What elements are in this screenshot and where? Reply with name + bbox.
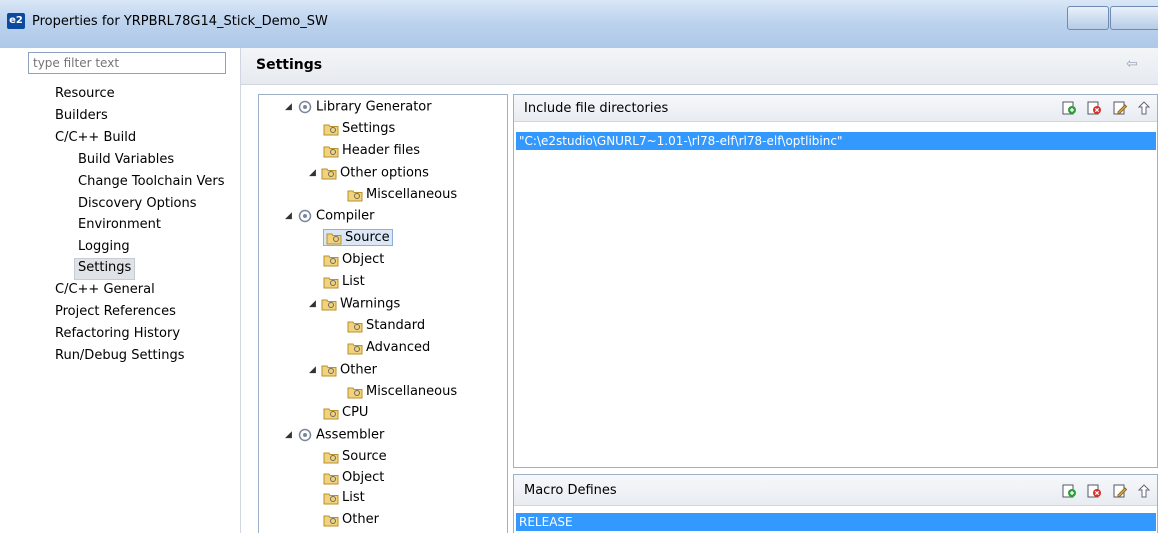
tool-settings-tree: ◢ Library Generator Settings Header files… xyxy=(258,94,508,533)
folder-settings-icon xyxy=(347,343,363,354)
back-arrow-icon[interactable]: ⇦ xyxy=(1126,56,1138,72)
include-dir-entry[interactable]: "C:\e2studio\GNURL7~1.01-\rl78-elf\rl78-… xyxy=(516,132,1156,150)
folder-settings-icon xyxy=(323,493,339,504)
folder-settings-icon xyxy=(347,387,363,398)
folder-settings-icon xyxy=(323,515,339,526)
delete-icon[interactable] xyxy=(1086,484,1102,498)
nav-item-logging[interactable]: Logging xyxy=(75,237,133,257)
macro-defines-header: Macro Defines xyxy=(514,475,1157,506)
folder-settings-icon xyxy=(323,124,339,135)
folder-settings-icon xyxy=(323,277,339,288)
page-title: Settings xyxy=(256,57,323,73)
maximize-button[interactable] xyxy=(1110,6,1158,30)
tree-item-asm-other[interactable]: Other xyxy=(323,510,379,530)
include-dirs-header: Include file directories xyxy=(514,95,1157,122)
nav-item-run-debug-settings[interactable]: Run/Debug Settings xyxy=(52,346,188,366)
tree-item-standard[interactable]: Standard xyxy=(347,316,425,336)
tree-item-miscellaneous[interactable]: Miscellaneous xyxy=(347,185,457,205)
nav-item-discovery-options[interactable]: Discovery Options xyxy=(75,194,200,214)
window-titlebar: e2 Properties for YRPBRL78G14_Stick_Demo… xyxy=(0,0,1158,48)
collapse-arrow-icon[interactable]: ◢ xyxy=(285,206,297,226)
add-icon[interactable] xyxy=(1061,101,1077,115)
minimize-button[interactable] xyxy=(1067,6,1109,30)
collapse-arrow-icon[interactable]: ◢ xyxy=(309,163,321,183)
nav-item-settings[interactable]: Settings xyxy=(74,258,136,280)
nav-item-builders[interactable]: Builders xyxy=(52,106,111,126)
tree-item-warnings[interactable]: ◢ Warnings xyxy=(309,294,400,314)
folder-settings-icon xyxy=(323,452,339,463)
tree-item-settings[interactable]: Settings xyxy=(323,119,395,139)
nav-item-refactoring-history[interactable]: Refactoring History xyxy=(52,324,183,344)
folder-settings-icon xyxy=(326,233,342,244)
nav-item-cpp-build[interactable]: C/C++ Build xyxy=(52,128,139,148)
tree-item-compiler[interactable]: ◢ Compiler xyxy=(285,206,375,226)
nav-item-resource[interactable]: Resource xyxy=(52,84,118,104)
tree-item-miscellaneous-2[interactable]: Miscellaneous xyxy=(347,382,457,402)
tree-item-advanced[interactable]: Advanced xyxy=(347,338,430,358)
filter-input[interactable] xyxy=(28,52,226,74)
nav-item-change-toolchain[interactable]: Change Toolchain Vers xyxy=(75,172,228,192)
folder-settings-icon xyxy=(321,365,337,377)
window-title: Properties for YRPBRL78G14_Stick_Demo_SW xyxy=(32,14,328,29)
tree-item-other[interactable]: ◢ Other xyxy=(309,360,377,380)
folder-settings-icon xyxy=(323,146,339,157)
nav-panel: Resource Builders C/C++ Build Build Vari… xyxy=(0,48,241,533)
folder-settings-icon xyxy=(323,255,339,266)
folder-settings-icon xyxy=(347,321,363,332)
nav-item-environment[interactable]: Environment xyxy=(75,215,164,235)
tool-icon xyxy=(298,209,312,223)
macro-define-entry[interactable]: RELEASE xyxy=(516,513,1156,531)
folder-settings-icon xyxy=(347,190,363,201)
tool-icon xyxy=(298,428,312,442)
edit-icon[interactable] xyxy=(1112,101,1128,115)
tree-item-other-options[interactable]: ◢ Other options xyxy=(309,163,429,183)
delete-icon[interactable] xyxy=(1086,101,1102,115)
nav-item-project-references[interactable]: Project References xyxy=(52,302,179,322)
tree-item-cpu[interactable]: CPU xyxy=(323,403,368,423)
app-icon: e2 xyxy=(7,13,25,29)
folder-settings-icon xyxy=(321,299,337,311)
collapse-arrow-icon[interactable]: ◢ xyxy=(309,294,321,314)
tree-item-asm-source[interactable]: Source xyxy=(323,447,387,467)
nav-item-cpp-general[interactable]: C/C++ General xyxy=(52,280,158,300)
tool-icon xyxy=(298,100,312,114)
collapse-arrow-icon[interactable]: ◢ xyxy=(285,97,297,117)
macro-defines-label: Macro Defines xyxy=(524,483,617,498)
settings-header: Settings ⇦ xyxy=(241,48,1158,85)
tree-item-list[interactable]: List xyxy=(323,272,365,292)
include-dirs-panel: Include file directories "C:\e2studio\GN… xyxy=(513,94,1158,468)
add-icon[interactable] xyxy=(1061,484,1077,498)
tree-item-header-files[interactable]: Header files xyxy=(323,141,420,161)
macro-defines-panel: Macro Defines RELEASE xyxy=(513,474,1158,533)
tree-item-source[interactable]: Source xyxy=(323,228,393,248)
tree-item-object[interactable]: Object xyxy=(323,250,384,270)
folder-settings-icon xyxy=(321,168,337,180)
folder-settings-icon xyxy=(323,408,339,419)
tree-item-asm-list[interactable]: List xyxy=(323,488,365,508)
tree-item-library-generator[interactable]: ◢ Library Generator xyxy=(285,97,432,117)
collapse-arrow-icon[interactable]: ◢ xyxy=(309,360,321,380)
tree-item-asm-object[interactable]: Object xyxy=(323,468,384,488)
tree-item-assembler[interactable]: ◢ Assembler xyxy=(285,425,384,445)
include-dirs-label: Include file directories xyxy=(524,101,669,116)
collapse-arrow-icon[interactable]: ◢ xyxy=(285,425,297,445)
folder-settings-icon xyxy=(323,473,339,484)
nav-item-build-variables[interactable]: Build Variables xyxy=(75,150,177,170)
move-up-icon[interactable] xyxy=(1136,101,1152,115)
move-up-icon[interactable] xyxy=(1136,484,1152,498)
edit-icon[interactable] xyxy=(1112,484,1128,498)
